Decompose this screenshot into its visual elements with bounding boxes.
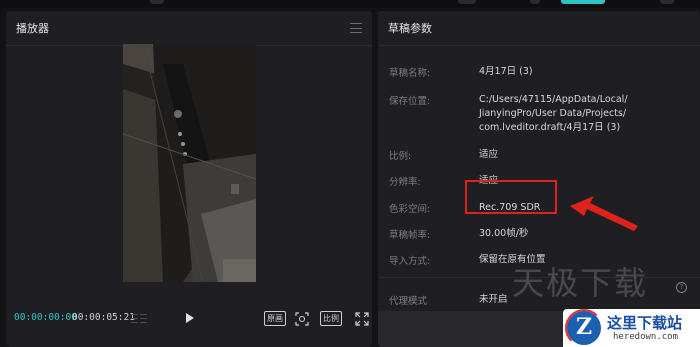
- watermark-text: 天极下载: [512, 264, 649, 302]
- badge-title: 这里下载站: [607, 314, 683, 332]
- param-label: 保存位置:: [389, 96, 431, 107]
- param-value: 未开启: [479, 294, 508, 305]
- param-label: 代理模式: [389, 296, 428, 307]
- player-header: 播放器: [6, 11, 372, 46]
- param-label: 导入方式:: [389, 256, 431, 267]
- player-title: 播放器: [16, 22, 49, 35]
- draft-title: 草稿参数: [388, 22, 432, 35]
- draft-header: 草稿参数: [378, 11, 700, 46]
- param-label: 分辨率:: [389, 177, 421, 188]
- arrow-annotation: [570, 196, 638, 231]
- current-timecode: 00:00:00:00: [14, 312, 77, 323]
- param-label: 草稿名称:: [389, 68, 431, 79]
- param-value: 30.00帧/秒: [479, 228, 529, 239]
- param-value: 适应: [479, 149, 499, 160]
- video-frame-image: [123, 44, 256, 282]
- param-value-line: JianyingPro/User Data/Projects/: [479, 108, 627, 119]
- menu-icon[interactable]: [350, 23, 362, 33]
- player-controls: 00:00:00:00 00:00:05:21 原画 比例: [6, 309, 372, 327]
- help-icon[interactable]: ?: [676, 282, 687, 293]
- param-label: 色彩空间:: [389, 204, 431, 215]
- scan-icon[interactable]: [295, 311, 309, 326]
- toolbar-fragment: [660, 0, 674, 4]
- badge-url: heredown.com: [613, 332, 679, 342]
- player-panel: 播放器 00:00:00:00 00:00:05:21 原画 比例: [6, 11, 372, 347]
- highlight-box: [465, 180, 557, 214]
- param-label: 比例:: [389, 151, 412, 162]
- total-timecode: 00:00:05:21: [72, 312, 135, 323]
- watermark-badge: Z 这里下载站 heredown.com: [563, 309, 700, 347]
- toolbar-fragment: [530, 0, 540, 4]
- export-button-fragment[interactable]: [561, 0, 605, 4]
- param-label: 草稿帧率:: [389, 230, 431, 241]
- expand-icon[interactable]: [355, 311, 369, 326]
- ratio-button[interactable]: 比例: [320, 311, 342, 326]
- param-value-line: C:/Users/47115/AppData/Local/: [479, 94, 628, 105]
- toolbar-fragment: [458, 0, 476, 4]
- video-preview[interactable]: [123, 44, 256, 282]
- param-value-line: com.lveditor.draft/4月17日 (3): [479, 122, 621, 133]
- site-logo: Z: [565, 309, 603, 347]
- play-icon[interactable]: [186, 313, 194, 323]
- grid-icon[interactable]: [131, 312, 149, 324]
- original-quality-button[interactable]: 原画: [264, 311, 286, 326]
- toolbar-fragment: [150, 0, 164, 4]
- top-toolbar-strip: [0, 0, 700, 8]
- param-value: 4月17日 (3): [479, 66, 533, 77]
